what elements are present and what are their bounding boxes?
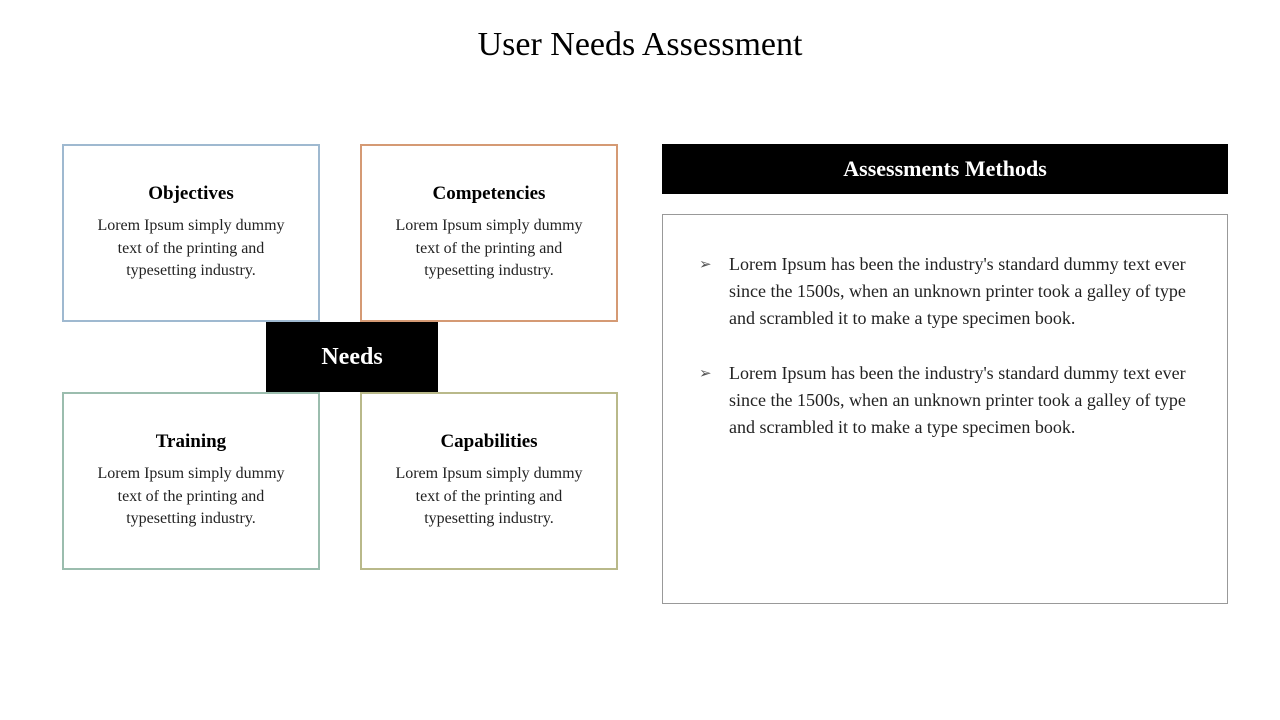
content-area: Objectives Lorem Ipsum simply dummy text… [0,64,1280,604]
methods-header: Assessments Methods [662,144,1228,194]
method-text: Lorem Ipsum has been the industry's stan… [729,251,1195,332]
center-needs-badge: Needs [266,322,438,392]
chevron-right-icon: ➢ [699,254,719,277]
box-training-desc: Lorem Ipsum simply dummy text of the pri… [86,463,296,530]
method-item: ➢ Lorem Ipsum has been the industry's st… [699,360,1195,441]
methods-body: ➢ Lorem Ipsum has been the industry's st… [662,214,1228,604]
box-competencies-title: Competencies [433,183,546,205]
method-item: ➢ Lorem Ipsum has been the industry's st… [699,251,1195,332]
box-objectives-desc: Lorem Ipsum simply dummy text of the pri… [86,215,296,282]
chevron-right-icon: ➢ [699,363,719,386]
box-competencies: Competencies Lorem Ipsum simply dummy te… [360,144,618,322]
box-capabilities-title: Capabilities [440,431,537,453]
box-capabilities: Capabilities Lorem Ipsum simply dummy te… [360,392,618,570]
box-objectives: Objectives Lorem Ipsum simply dummy text… [62,144,320,322]
needs-quadrant: Objectives Lorem Ipsum simply dummy text… [62,144,622,604]
box-competencies-desc: Lorem Ipsum simply dummy text of the pri… [384,215,594,282]
box-training-title: Training [156,431,226,453]
page-title: User Needs Assessment [0,0,1280,64]
methods-panel: Assessments Methods ➢ Lorem Ipsum has be… [662,144,1228,604]
box-capabilities-desc: Lorem Ipsum simply dummy text of the pri… [384,463,594,530]
box-training: Training Lorem Ipsum simply dummy text o… [62,392,320,570]
method-text: Lorem Ipsum has been the industry's stan… [729,360,1195,441]
box-objectives-title: Objectives [148,183,233,205]
